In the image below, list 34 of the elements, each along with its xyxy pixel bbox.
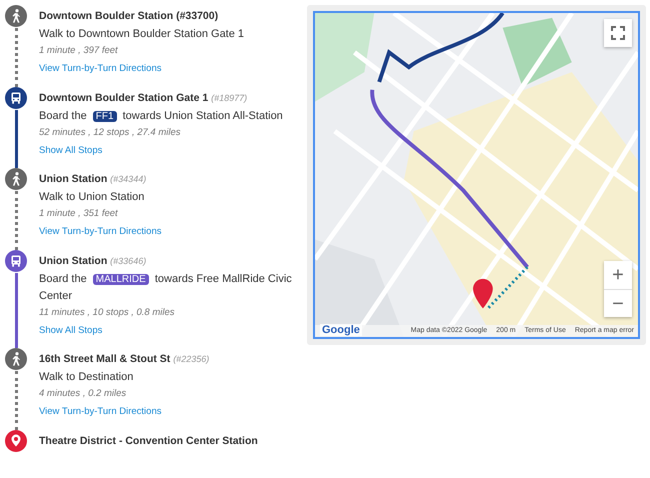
instruction-text: Board the MALLRIDE towards Free MallRide Civic Center: [39, 272, 293, 304]
stop-title: Downtown Boulder Station Gate 1 (#18977): [39, 90, 248, 106]
directions-link[interactable]: View Turn-by-Turn Directions: [39, 405, 162, 419]
walking-person-icon: [11, 9, 21, 23]
route-badge: MALLRIDE: [92, 274, 149, 284]
bus-icon: [11, 92, 21, 104]
instruction-text: Walk to Destination: [39, 370, 134, 385]
stop-title: Theatre District - Convention Center Station: [39, 434, 259, 448]
zoom-in-button[interactable]: +: [604, 261, 632, 289]
instruction-text: Walk to Downtown Boulder Station Gate 1: [39, 27, 246, 42]
stop-title: Union Station (#34344): [39, 172, 148, 187]
trip-details: 1 minute , 397 feet: [39, 44, 119, 58]
trip-details: 1 minute , 351 feet: [39, 207, 119, 221]
location-pin-icon: [11, 434, 21, 447]
fullscreen-icon: [611, 26, 625, 40]
trip-details: 4 minutes , 0.2 miles: [39, 387, 128, 401]
route-badge: FF1: [92, 110, 117, 122]
instruction-text: Board the FF1 towards Union Station All-Station: [39, 108, 284, 124]
walking-person-icon: [11, 172, 21, 186]
directions-link[interactable]: View Turn-by-Turn Directions: [39, 62, 162, 76]
directions-link[interactable]: View Turn-by-Turn Directions: [39, 225, 162, 239]
stop-title: Downtown Boulder Station (#33700): [39, 9, 220, 24]
instruction-text: Walk to Union Station: [39, 190, 146, 205]
trip-details: 52 minutes , 12 stops , 27.4 miles: [39, 126, 182, 140]
map-logo: Google: [320, 324, 362, 336]
stop-title: Union Station (#33646): [39, 254, 148, 268]
trip-details: 11 minutes , 10 stops , 0.8 miles: [39, 306, 176, 320]
zoom-out-button[interactable]: −: [604, 289, 632, 317]
stop-title: 16th Street Mall & Stout St (#22356): [39, 352, 210, 367]
fullscreen-button[interactable]: [604, 19, 632, 47]
walking-person-icon: [11, 352, 21, 366]
show-stops-link[interactable]: Show All Stops: [39, 144, 102, 158]
show-stops-link[interactable]: Show All Stops: [39, 324, 102, 338]
bus-icon: [11, 254, 21, 266]
